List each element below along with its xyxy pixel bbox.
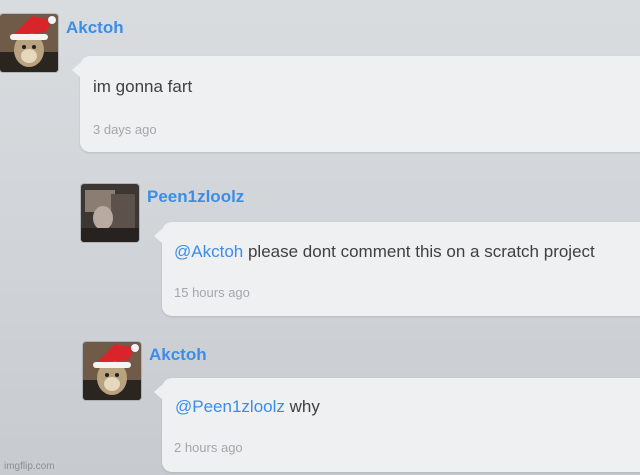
comment-text: @Akctoh please dont comment this on a sc… [174, 242, 595, 262]
comment-body: please dont comment this on a scratch pr… [247, 242, 595, 261]
comment-author[interactable]: Akctoh [66, 18, 124, 38]
comment-author[interactable]: Peen1zloolz [147, 187, 244, 207]
comment-body: im gonna fart [93, 77, 193, 96]
mention-link[interactable]: @Akctoh [174, 242, 243, 261]
mention-link[interactable]: @Peen1zloolz [175, 397, 285, 416]
comment-bubble [154, 378, 640, 472]
comment-author[interactable]: Akctoh [149, 345, 207, 365]
cat-santa-avatar-icon [0, 14, 58, 72]
comment-bubble [72, 56, 640, 152]
imgflip-watermark: imgflip.com [4, 461, 55, 472]
avatar[interactable] [83, 342, 141, 400]
avatar[interactable] [81, 184, 139, 242]
cat-santa-avatar-icon [83, 342, 141, 400]
comment-text: im gonna fart [93, 77, 192, 97]
comment-timestamp: 2 hours ago [174, 440, 243, 455]
dark-photo-avatar-icon [81, 184, 139, 242]
comment-timestamp: 3 days ago [93, 122, 157, 137]
avatar[interactable] [0, 14, 58, 72]
comment-body: why [289, 397, 320, 416]
comment-timestamp: 15 hours ago [174, 285, 250, 300]
comment-text: @Peen1zloolz why [175, 397, 320, 417]
comment-bubble [154, 222, 640, 316]
